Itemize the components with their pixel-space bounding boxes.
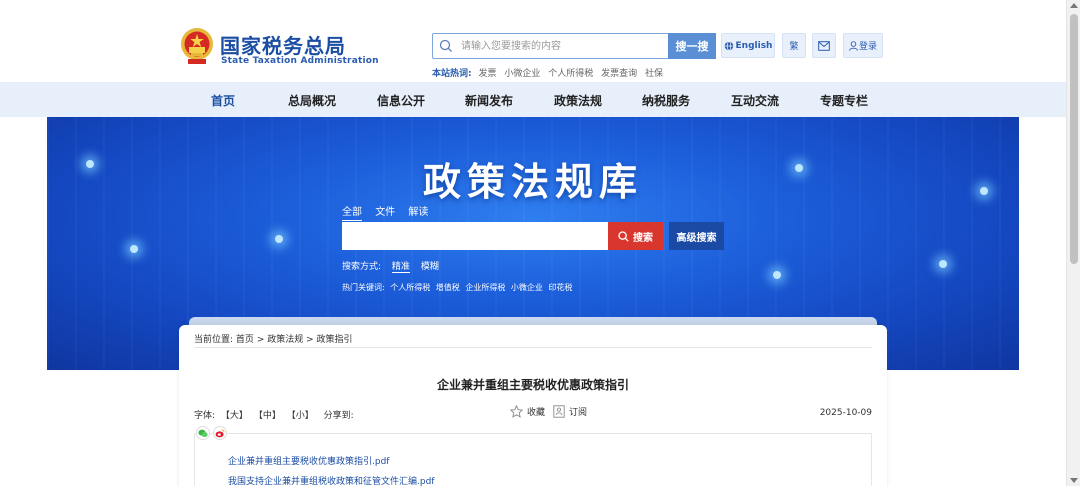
- attachment-link[interactable]: 企业兼并重组主要税收优惠政策指引.pdf: [228, 454, 389, 467]
- article-title: 企业兼并重组主要税收优惠政策指引: [436, 378, 629, 392]
- site-logo-en: State Taxation Administration: [221, 56, 379, 66]
- banner-tabs: 全部 文件 解读: [342, 203, 438, 221]
- site-search-button[interactable]: 搜一搜: [668, 33, 716, 59]
- hot-keywords-label: 热门关键词:: [342, 283, 385, 292]
- banner-glow: [130, 245, 138, 253]
- mail-icon: [818, 40, 830, 51]
- article-card: 当前位置: 首页 > 政策法规 > 政策指引 企业兼并重组主要税收优惠政策指引 …: [179, 325, 887, 486]
- policy-search-input[interactable]: [342, 222, 608, 250]
- search-mode: 搜索方式: 精准 模糊: [342, 259, 447, 273]
- nav-item-overview[interactable]: 总局概况: [288, 92, 336, 109]
- site-hot-words: 本站热词: 发票 小微企业 个人所得税 发票查询 社保: [432, 66, 668, 79]
- divider: [194, 347, 872, 348]
- subscribe-button[interactable]: 订阅: [569, 405, 587, 418]
- breadcrumb-guide[interactable]: 政策指引: [317, 335, 353, 345]
- star-icon[interactable]: [510, 405, 523, 418]
- hot-word-link[interactable]: 发票: [478, 69, 496, 79]
- breadcrumb-sep: >: [256, 335, 265, 345]
- user-icon: [849, 40, 858, 51]
- hot-keyword-link[interactable]: 企业所得税: [465, 283, 505, 292]
- scroll-down-arrow[interactable]: [1070, 478, 1078, 483]
- hot-keyword-link[interactable]: 个人所得税: [390, 283, 430, 292]
- scroll-thumb[interactable]: [1070, 14, 1078, 264]
- nav-item-info-disclosure[interactable]: 信息公开: [377, 92, 425, 109]
- wechat-share-button[interactable]: [196, 426, 210, 440]
- mode-fuzzy[interactable]: 模糊: [421, 262, 439, 272]
- banner-glow: [939, 260, 947, 268]
- subscribe-icon[interactable]: [553, 405, 565, 418]
- tab-documents[interactable]: 文件: [375, 207, 395, 220]
- national-emblem-icon: [181, 28, 213, 64]
- hot-keyword-link[interactable]: 印花税: [548, 283, 572, 292]
- font-medium-button[interactable]: 【中】: [254, 411, 281, 421]
- hot-word-link[interactable]: 个人所得税: [548, 69, 593, 79]
- share-icons: [196, 426, 227, 440]
- policy-search-label: 搜索: [633, 232, 653, 244]
- breadcrumb-home[interactable]: 首页: [236, 335, 254, 345]
- login-label: 登录: [858, 42, 877, 52]
- traditional-label: 繁: [789, 42, 799, 52]
- search-icon: [618, 230, 629, 242]
- publish-date: 2025-10-09: [819, 408, 872, 418]
- hot-word-link[interactable]: 小微企业: [504, 69, 540, 79]
- wechat-icon: [198, 429, 208, 437]
- tab-interpretation[interactable]: 解读: [408, 207, 428, 220]
- hot-keyword-link[interactable]: 增值税: [436, 283, 460, 292]
- nav-item-home[interactable]: 首页: [211, 92, 235, 109]
- nav-item-tax-service[interactable]: 纳税服务: [642, 92, 690, 109]
- banner-title: 政策法规库: [422, 159, 643, 204]
- english-button[interactable]: English: [721, 33, 775, 58]
- breadcrumb-policy[interactable]: 政策法规: [267, 335, 303, 345]
- scroll-up-arrow[interactable]: [1070, 3, 1078, 8]
- mail-button[interactable]: [812, 33, 836, 58]
- policy-search-button[interactable]: 搜索: [608, 222, 663, 250]
- site-logo-cn[interactable]: 国家税务总局: [220, 30, 346, 59]
- nav-item-news[interactable]: 新闻发布: [465, 92, 513, 109]
- hot-word-link[interactable]: 社保: [645, 69, 663, 79]
- hot-words-label: 本站热词:: [432, 69, 472, 79]
- search-icon: [439, 39, 452, 52]
- font-size-controls: 字体: 【大】 【中】 【小】 分享到:: [194, 408, 357, 421]
- article-actions: 收藏 订阅: [510, 405, 587, 418]
- traditional-chinese-button[interactable]: 繁: [782, 33, 806, 58]
- nav-item-interaction[interactable]: 互动交流: [731, 92, 779, 109]
- weibo-share-button[interactable]: [213, 426, 227, 440]
- globe-icon: [724, 40, 733, 51]
- tab-all[interactable]: 全部: [342, 207, 362, 221]
- breadcrumb-sep: >: [306, 335, 314, 345]
- main-nav: 首页 总局概况 信息公开 新闻发布 政策法规 纳税服务 互动交流 专题专栏: [0, 82, 1066, 117]
- hot-word-link[interactable]: 发票查询: [601, 69, 637, 79]
- font-small-button[interactable]: 【小】: [287, 411, 314, 421]
- breadcrumb: 当前位置: 首页 > 政策法规 > 政策指引: [194, 332, 353, 345]
- nav-item-policy[interactable]: 政策法规: [554, 92, 602, 109]
- mode-exact[interactable]: 精准: [391, 262, 410, 273]
- attachment-link[interactable]: 我国支持企业兼并重组税收政策和征管文件汇编.pdf: [228, 474, 434, 486]
- search-mode-label: 搜索方式:: [342, 262, 382, 272]
- site-header: 国家税务总局 State Taxation Administration 搜一搜…: [0, 0, 1066, 82]
- site-search-input[interactable]: [461, 37, 661, 55]
- page-scrollbar[interactable]: [1066, 0, 1080, 486]
- favorite-button[interactable]: 收藏: [527, 405, 545, 418]
- advanced-search-button[interactable]: 高级搜索: [669, 222, 724, 250]
- weibo-icon: [215, 428, 225, 437]
- login-button[interactable]: 登录: [843, 33, 883, 58]
- banner-glow: [275, 235, 283, 243]
- breadcrumb-label: 当前位置:: [194, 335, 234, 345]
- banner-glow: [773, 271, 781, 279]
- banner-hot-keywords: 热门关键词: 个人所得税 增值税 企业所得税 小微企业 印花税: [342, 282, 575, 293]
- font-label: 字体:: [194, 411, 216, 421]
- nav-item-topics[interactable]: 专题专栏: [820, 92, 868, 109]
- hot-keyword-link[interactable]: 小微企业: [511, 283, 543, 292]
- font-large-button[interactable]: 【大】: [221, 411, 248, 421]
- english-label: English: [735, 40, 773, 51]
- share-label: 分享到:: [323, 411, 354, 421]
